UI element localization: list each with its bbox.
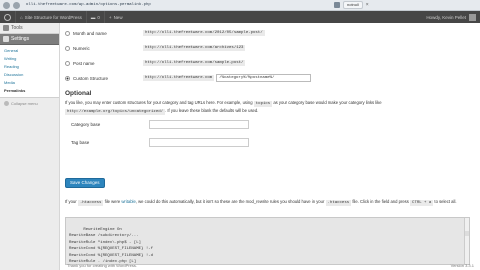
permalink-option-numeric[interactable]: Numeric http://olli.thefreetware.com/arc… <box>65 43 246 53</box>
sidebar-item-settings[interactable]: Settings <box>0 34 59 45</box>
my-account-menu[interactable]: Howdy, Kevin Pellet <box>426 13 480 21</box>
save-changes-button[interactable]: Save Changes <box>65 178 105 188</box>
collapse-icon <box>4 100 9 106</box>
desc-code: .htaccess <box>77 200 104 206</box>
option-label: Post name <box>73 60 95 66</box>
optional-description: If you like, you may enter custom struct… <box>65 100 475 115</box>
desc-code: CTRL + a <box>410 200 434 206</box>
option-example: http://olli.thefreetware.com/archives/12… <box>143 45 246 51</box>
wordpress-logo-menu[interactable] <box>0 11 16 23</box>
desc-code: .htaccess <box>325 200 352 206</box>
permalink-option-post-name[interactable]: Post name http://olli.thefreetware.com/s… <box>65 58 246 68</box>
desc-text: file. Click in the field and press <box>352 199 409 204</box>
tools-label: Tools <box>11 25 23 31</box>
htaccess-rules-textarea[interactable]: RewriteEngine On RewriteBase /subdirecto… <box>65 217 470 265</box>
sidebar-item-tools[interactable]: Tools <box>0 23 59 34</box>
desc-code: http://example.org/topics/uncategorized/ <box>65 108 166 115</box>
category-base-label: Category base <box>71 122 101 127</box>
radio-post-name[interactable] <box>65 60 70 66</box>
main-content: Month and name http://olli.thefreetware.… <box>61 23 480 270</box>
option-example: http://olli.thefreetware.com <box>143 75 215 81</box>
back-icon[interactable] <box>3 1 10 9</box>
htaccess-description: If your .htaccess file were writable, we… <box>65 199 477 207</box>
new-label: New <box>113 14 123 20</box>
category-base-input[interactable] <box>149 120 249 129</box>
submenu-item-general[interactable]: General <box>4 47 59 55</box>
option-example: http://olli.thefreetware.com/sample-post… <box>143 60 246 66</box>
forward-icon[interactable] <box>13 1 20 9</box>
desc-text: , we could do this automatically, but it… <box>135 199 325 204</box>
scroll-up-icon[interactable] <box>465 231 469 236</box>
admin-sidebar: Tools Settings General Writing Reading D… <box>0 23 60 270</box>
wordpress-logo-icon <box>4 13 11 21</box>
new-content-menu[interactable]: + New <box>105 11 127 23</box>
collapse-label: Collapse menu <box>11 100 38 106</box>
tag-base-label: Tag base <box>71 140 90 145</box>
comments-count: 0 <box>97 14 100 20</box>
browser-address-bar: olli.thefreetware.com/wp-admin/options-p… <box>0 0 480 11</box>
permalink-option-custom[interactable]: Custom Structure http://olli.thefreetwar… <box>65 73 312 83</box>
desc-text: If your <box>65 199 77 204</box>
custom-structure-input[interactable]: /%category%/%postname%/ <box>216 74 312 82</box>
home-icon: ⌂ <box>20 14 23 20</box>
option-label: Month and name <box>73 30 107 36</box>
desc-text: file were <box>104 199 121 204</box>
settings-icon <box>3 36 9 42</box>
radio-custom-structure[interactable] <box>65 75 70 81</box>
avatar <box>469 13 476 21</box>
admin-footer: Thank you for creating with WordPress. V… <box>61 260 480 270</box>
option-example: http://olli.thefreetware.com/2012/05/sam… <box>143 30 265 36</box>
browser-tabs: notnull × <box>330 0 480 11</box>
collapse-menu-button[interactable]: Collapse menu <box>0 98 59 108</box>
submenu-item-permalinks[interactable]: Permalinks <box>4 87 59 95</box>
desc-text: to select all. <box>434 199 457 204</box>
screen: olli.thefreetware.com/wp-admin/options-p… <box>0 0 480 270</box>
desc-code: topics <box>253 101 273 107</box>
submenu-item-media[interactable]: Media <box>4 79 59 87</box>
footer-thanks: Thank you for creating with WordPress. <box>67 262 137 268</box>
site-name: Site Structure for WordPress <box>24 14 82 20</box>
admin-bar: ⌂ Site Structure for WordPress ▬ 0 + New… <box>0 11 480 23</box>
submenu-item-discussion[interactable]: Discussion <box>4 71 59 79</box>
radio-month-name[interactable] <box>65 30 70 36</box>
radio-numeric[interactable] <box>65 45 70 51</box>
site-name-menu[interactable]: ⌂ Site Structure for WordPress <box>16 11 87 23</box>
settings-label: Settings <box>11 36 30 42</box>
close-tab-icon[interactable]: × <box>366 2 369 8</box>
browser-tab[interactable]: notnull <box>343 1 363 9</box>
desc-text: . If you leave these blank the defaults … <box>165 107 259 113</box>
desc-text: as your category base would make your ca… <box>273 100 382 105</box>
tab-favicon <box>334 2 340 8</box>
comments-menu[interactable]: ▬ 0 <box>87 11 105 23</box>
howdy-text: Howdy, Kevin Pellet <box>426 14 466 20</box>
option-label: Custom Structure <box>73 75 109 81</box>
option-label: Numeric <box>73 45 90 51</box>
desc-text: If you like, you may enter custom struct… <box>65 100 253 105</box>
url-field[interactable]: olli.thefreetware.com/wp-admin/options-p… <box>26 3 330 7</box>
comment-icon: ▬ <box>90 14 96 20</box>
optional-heading: Optional <box>65 90 92 97</box>
writable-link[interactable]: writable <box>121 199 135 204</box>
footer-version: Version 3.3.1 <box>450 262 474 268</box>
submenu-item-reading[interactable]: Reading <box>4 63 59 71</box>
tag-base-input[interactable] <box>149 138 249 147</box>
settings-submenu: General Writing Reading Discussion Media… <box>0 45 59 98</box>
tools-icon <box>3 25 9 31</box>
submenu-item-writing[interactable]: Writing <box>4 55 59 63</box>
plus-icon: + <box>108 14 112 20</box>
textarea-scrollbar[interactable] <box>464 218 469 264</box>
permalink-option-month-name[interactable]: Month and name http://olli.thefreetware.… <box>65 28 265 38</box>
